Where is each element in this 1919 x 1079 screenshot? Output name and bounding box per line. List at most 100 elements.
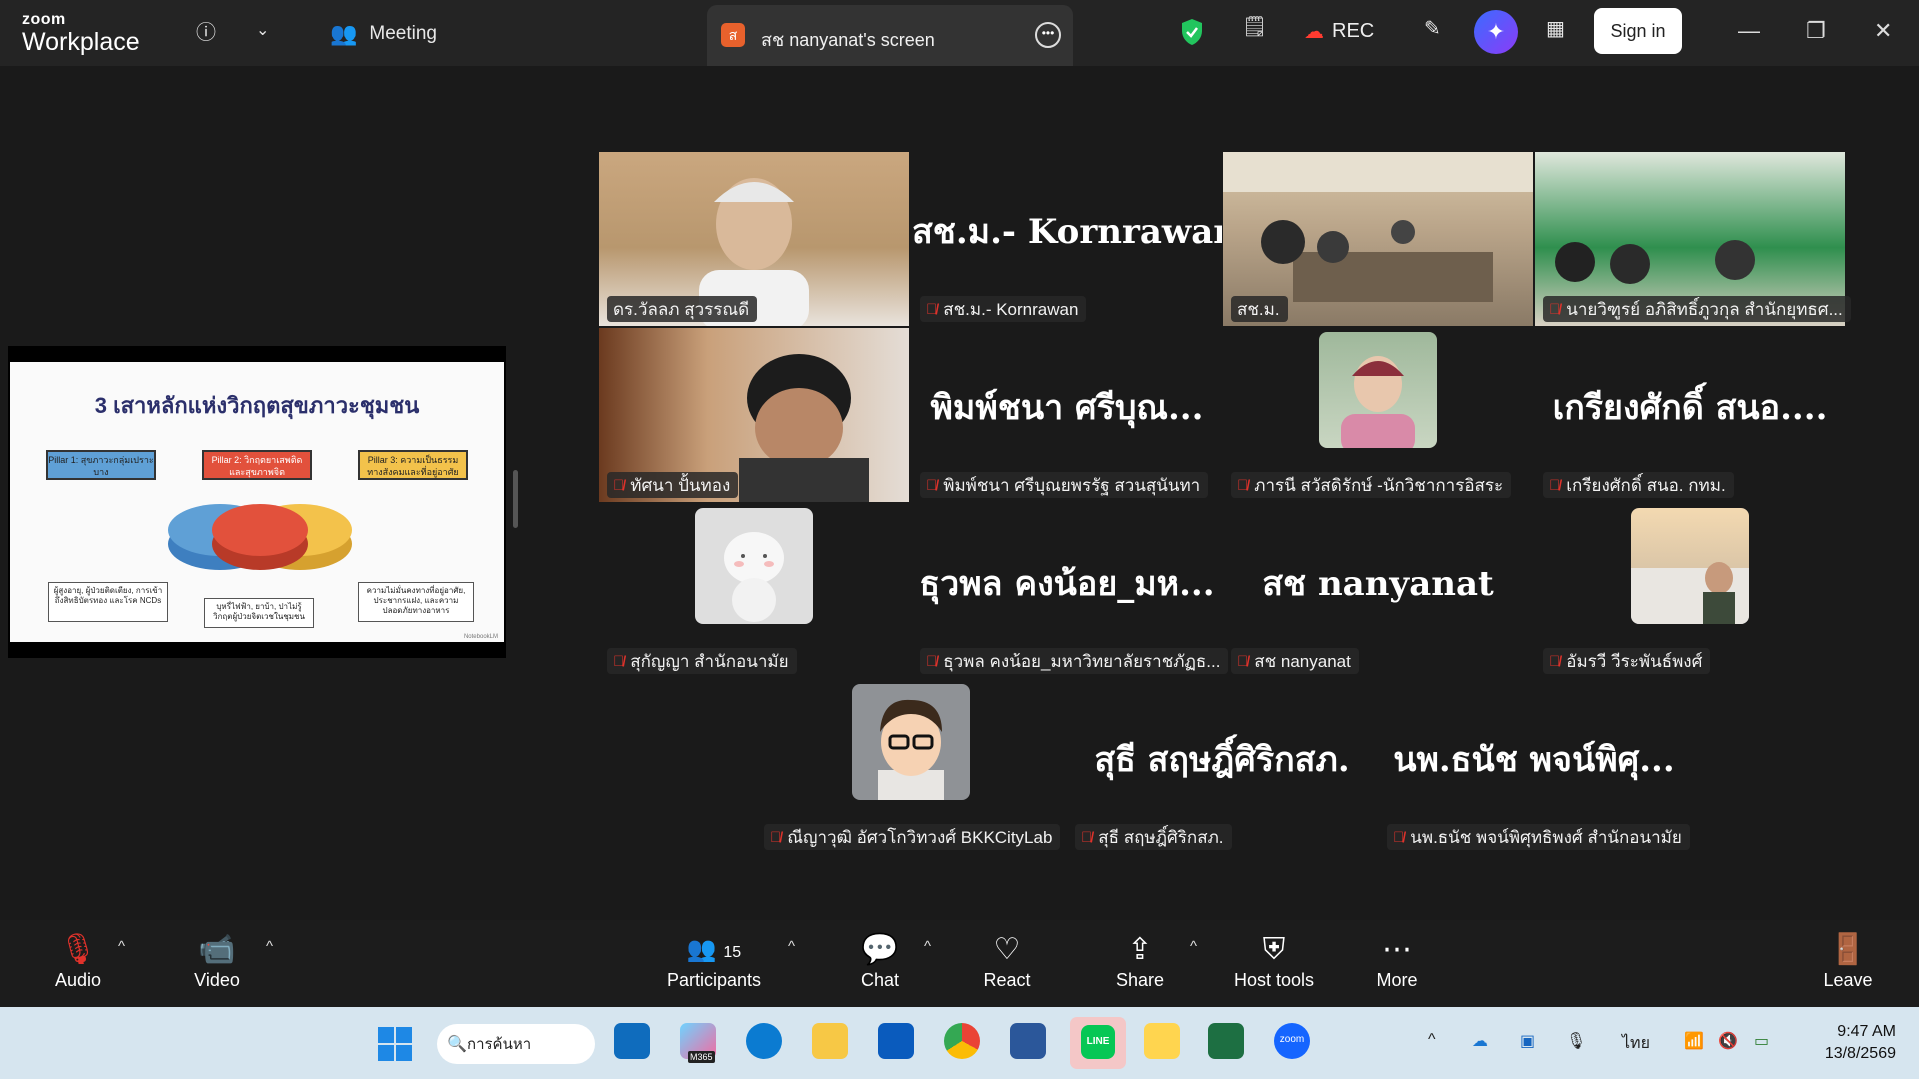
file-explorer-icon[interactable] [812, 1023, 848, 1059]
input-language[interactable]: ไทย [1622, 1031, 1650, 1056]
chevron-down-icon[interactable]: ⌄ [256, 20, 269, 40]
meeting-menu[interactable]: 👥 Meeting [330, 21, 437, 47]
minimize-icon[interactable]: — [1738, 18, 1760, 44]
participant-name-chip: 🎙̸ อัมรวี วีระพันธ์พงศ์ [1543, 648, 1711, 674]
participant-tile[interactable]: เกรียงศักดิ์ สนอ.... 🎙̸ เกรียงศักดิ์ สนอ.… [1535, 328, 1845, 502]
participant-name: สุกัญญา สำนักอนามัย [630, 651, 789, 671]
participants-options-caret-icon[interactable]: ^ [788, 938, 795, 955]
restore-icon[interactable]: ❐ [1806, 18, 1826, 44]
chat-label: Chat [860, 970, 900, 990]
participant-tile[interactable]: สุธี สฤษฎิ์ศิริกสภ. 🎙̸ สุธี สฤษฎิ์ศิริกสภ… [1067, 680, 1377, 854]
presentation-slide: 3 เสาหลักแห่งวิกฤตสุขภาวะชุมชน Pillar 1:… [10, 362, 504, 642]
app-tray-icon[interactable]: ▣ [1520, 1031, 1535, 1051]
shared-screen-thumbnail[interactable]: 3 เสาหลักแห่งวิกฤตสุขภาวะชุมชน Pillar 1:… [8, 346, 506, 658]
wifi-icon[interactable]: 📶 [1684, 1031, 1704, 1051]
chat-options-caret-icon[interactable]: ^ [924, 938, 931, 955]
mic-muted-icon: 🎙 [58, 933, 98, 966]
participant-tile[interactable]: ธุวพล คงน้อย_มห... 🎙̸ ธุวพล คงน้อย_มหาวิท… [912, 504, 1229, 678]
participant-name: สช nanyanat [1254, 651, 1351, 671]
taskbar-search[interactable]: 🔍 การค้นหา [437, 1024, 595, 1064]
more-button[interactable]: ⋯ More [1374, 930, 1420, 991]
audio-label: Audio [54, 970, 102, 990]
m365-badge: M365 [688, 1051, 715, 1063]
participant-name-chip: ดร.วัลลภ สุวรรณดี [607, 296, 758, 322]
outlook-icon[interactable] [614, 1023, 650, 1059]
volume-muted-icon[interactable]: 🔇 [1718, 1031, 1738, 1051]
participant-tile[interactable]: 🎙̸ ทัศนา ปั้นทอง [599, 328, 909, 502]
participants-button[interactable]: 👥 15 Participants [664, 930, 764, 991]
participant-name: นายวิฑูรย์ อภิสิทธิ์ภูวกุล สำนักยุทธศ... [1566, 299, 1843, 319]
participant-name-chip: 🎙̸ ธุวพล คงน้อย_มหาวิทยาลัยราชภัฏธ... [920, 648, 1229, 674]
close-icon[interactable]: ✕ [1874, 18, 1892, 44]
participant-tile[interactable]: สช.ม.- Kornrawan 🎙̸ สช.ม.- Kornrawan [912, 152, 1222, 326]
windows-start-icon[interactable] [378, 1027, 412, 1061]
participant-name-chip: 🎙̸ ณีญาวุฒิ อัศวโกวิทวงศ์ BKKCityLab [764, 824, 1061, 850]
onedrive-icon[interactable]: ☁ [1472, 1031, 1488, 1051]
participant-name: ธุวพล คงน้อย_มหาวิทยาลัยราชภัฏธ... [943, 651, 1221, 671]
participant-tile[interactable]: 🎙̸ สุกัญญา สำนักอนามัย [599, 504, 909, 678]
share-options-caret-icon[interactable]: ^ [1190, 938, 1197, 955]
record-button[interactable]: ☁ REC [1304, 19, 1374, 44]
participant-tile[interactable]: สช nanyanat 🎙̸ สช nanyanat [1223, 504, 1533, 678]
sticky-notes-icon[interactable] [1144, 1023, 1180, 1059]
host-tools-button[interactable]: ⛨ Host tools [1226, 930, 1322, 991]
system-clock[interactable]: 9:47 AM 13/8/2569 [1814, 1021, 1896, 1065]
video-label: Video [194, 970, 240, 990]
m365-icon[interactable]: M365 [680, 1023, 716, 1063]
line-app-button[interactable]: LINE [1070, 1017, 1126, 1069]
battery-icon[interactable]: ▭ [1754, 1031, 1769, 1051]
participant-name: ทัศนา ปั้นทอง [630, 475, 731, 495]
zoom-app-button[interactable]: zoom [1274, 1023, 1310, 1059]
participant-big-name: สุธี สฤษฎิ์ศิริกสภ. [1094, 740, 1350, 780]
windows-taskbar: 🔍 การค้นหา M365 LINE zoom ^ ☁ ▣ 🎙 ไทย 📶 … [0, 1007, 1919, 1079]
mic-tray-icon[interactable]: 🎙 [1566, 1031, 1586, 1051]
chevron-up-icon[interactable]: ^ [1428, 1031, 1436, 1049]
pillar-3-label: Pillar 3: ความเป็นธรรม ทางสังคมและที่อยู… [358, 450, 468, 480]
profile-photo [1631, 508, 1749, 624]
participant-tile[interactable]: นพ.ธนัช พจน์พิศุ... 🎙̸ นพ.ธนัช พจน์พิศุทธ… [1379, 680, 1690, 854]
more-label: More [1376, 970, 1418, 990]
mic-muted-icon: 🎙̸ [613, 476, 625, 494]
ai-companion-icon[interactable]: ✦ [1474, 10, 1518, 54]
leave-button[interactable]: 🚪 Leave [1820, 930, 1876, 991]
video-options-caret-icon[interactable]: ^ [266, 938, 273, 955]
audio-button[interactable]: 🎙 Audio [48, 930, 108, 991]
chat-button[interactable]: 💬 Chat [856, 930, 904, 991]
more-icon: ⋯ [1382, 933, 1412, 966]
share-button[interactable]: ⇪ Share [1112, 930, 1168, 991]
pen-icon[interactable]: ✎ [1424, 16, 1441, 41]
brand-bottom-text: Workplace [22, 28, 140, 56]
participant-name-chip: 🎙̸ ทัศนา ปั้นทอง [607, 472, 739, 498]
mic-muted-icon: 🎙̸ [1237, 652, 1249, 670]
react-button[interactable]: ♡ React [980, 930, 1034, 991]
info-icon[interactable]: ⓘ [196, 16, 216, 45]
slide-title: 3 เสาหลักแห่งวิกฤตสุขภาวะชุมชน [94, 393, 420, 418]
participant-name: เกรียงศักดิ์ สนอ. กทม. [1566, 475, 1726, 495]
word-icon[interactable] [1010, 1023, 1046, 1059]
chrome-icon[interactable] [944, 1023, 980, 1059]
participant-tile[interactable]: 🎙̸ อัมรวี วีระพันธ์พงศ์ [1535, 504, 1845, 678]
participant-tile[interactable]: 🎙̸ ภารนี สวัสดิรักษ์ -นักวิชาการอิสระ [1223, 328, 1533, 502]
participant-big-name: นพ.ธนัช พจน์พิศุ... [1393, 740, 1675, 780]
participant-tile[interactable]: 🎙̸ นายวิฑูรย์ อภิสิทธิ์ภูวกุล สำนักยุทธศ.… [1535, 152, 1851, 326]
sign-in-button[interactable]: Sign in [1594, 8, 1682, 54]
layout-icon[interactable]: ▦ [1546, 16, 1565, 41]
meeting-toolbar: 🎙 Audio ^ 📹 Video ^ 👥 15 Participants ^ … [0, 920, 1919, 1007]
video-button[interactable]: 📹 Video [186, 930, 248, 991]
participant-tile[interactable]: ดร.วัลลภ สุวรรณดี [599, 152, 909, 326]
participants-label: Participants [666, 970, 762, 990]
excel-icon[interactable] [1208, 1023, 1244, 1059]
store-icon[interactable] [878, 1023, 914, 1059]
shield-icon[interactable] [1180, 18, 1204, 46]
participant-tile-active-speaker[interactable]: สช.ม. [1223, 152, 1533, 326]
audio-options-caret-icon[interactable]: ^ [118, 938, 125, 955]
participant-name-chip: 🎙̸ สช nanyanat [1231, 648, 1359, 674]
edge-icon[interactable] [746, 1023, 782, 1059]
participant-tile[interactable]: พิมพ์ชนา ศรีบุณ... 🎙̸ พิมพ์ชนา ศรีบุณยพรร… [912, 328, 1222, 502]
participant-tile[interactable]: 🎙̸ ณีญาวุฒิ อัศวโกวิทวงศ์ BKKCityLab [756, 680, 1066, 854]
notes-icon[interactable]: 🗒 [1242, 14, 1267, 39]
split-drag-handle[interactable] [513, 470, 518, 528]
shared-screen-label: สช nanyanat's screen [761, 30, 935, 50]
more-icon[interactable]: ••• [1035, 22, 1061, 48]
shared-screen-tab[interactable]: ส สช nanyanat's screen ••• [707, 5, 1073, 66]
